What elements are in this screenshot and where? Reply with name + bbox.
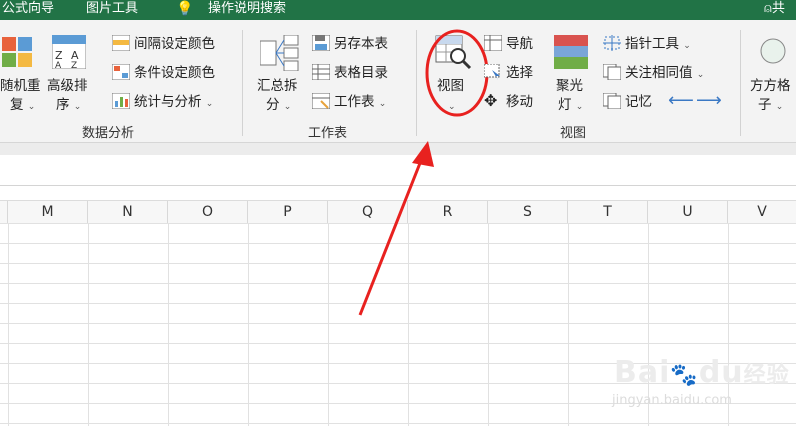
group-separator [416, 30, 417, 136]
back-arrow-icon[interactable]: ⟵ [668, 92, 694, 110]
grid-line [488, 223, 489, 426]
square-grid-button[interactable]: 方方格 [750, 77, 791, 95]
tab-picture-tools[interactable]: 图片工具 [86, 0, 138, 20]
column-header-partial[interactable] [0, 201, 8, 223]
stats-analysis-icon [112, 93, 130, 109]
group-label-view: 视图 [560, 126, 587, 141]
advanced-sort-dropdown[interactable]: 序 ⌄ [56, 96, 81, 116]
watermark-logo: Bai🐾du经验 [614, 355, 790, 390]
random-repeat-dropdown[interactable]: 复 ⌄ [10, 96, 35, 116]
select-button[interactable]: 选择 [506, 64, 533, 82]
interval-color-button[interactable]: 间隔设定颜色 [134, 35, 215, 53]
column-header-m[interactable]: M [8, 201, 88, 223]
spotlight-dropdown[interactable]: 灯 ⌄ [558, 96, 583, 116]
person-icon: ⍝ [764, 1, 772, 16]
column-header-s[interactable]: S [488, 201, 568, 223]
title-bar: 公式向导 图片工具 💡 操作说明搜索 ⍝共 [0, 0, 796, 20]
navigation-button[interactable]: 导航 [506, 35, 533, 53]
spotlight-icon [554, 35, 588, 69]
watermark-url: jingyan.baidu.com [612, 393, 732, 408]
grid-line [168, 223, 169, 426]
share-button[interactable]: ⍝共 [764, 0, 785, 20]
group-label-data-analysis: 数据分析 [82, 126, 135, 141]
group-label-worksheet: 工作表 [308, 126, 348, 141]
stats-analysis-dropdown[interactable]: 统计与分析 ⌄ [134, 93, 213, 113]
grid-line [248, 223, 249, 426]
summary-split-icon [260, 35, 299, 71]
condition-color-button[interactable]: 条件设定颜色 [134, 64, 215, 82]
paw-icon: 🐾 [670, 363, 699, 388]
column-header-t[interactable]: T [568, 201, 648, 223]
annotation-ellipse [425, 29, 489, 117]
focus-same-icon [603, 64, 621, 80]
grid-line [88, 223, 89, 426]
save-as-table-icon [312, 35, 330, 51]
forward-arrow-icon[interactable]: ⟶ [696, 92, 722, 110]
memory-button[interactable]: 记忆 [625, 93, 652, 111]
column-header-o[interactable]: O [168, 201, 248, 223]
column-header-n[interactable]: N [88, 201, 168, 223]
svg-text:Z: Z [71, 61, 77, 69]
select-icon [484, 64, 500, 80]
column-header-u[interactable]: U [648, 201, 728, 223]
worksheet-icon [312, 93, 330, 109]
square-grid-dropdown[interactable]: 子 ⌄ [758, 96, 783, 116]
tell-me-search[interactable]: 操作说明搜索 [208, 0, 286, 20]
random-repeat-button[interactable]: 随机重 [0, 77, 41, 95]
random-repeat-icon [2, 37, 32, 67]
table-directory-icon [312, 64, 330, 80]
svg-text:A: A [55, 61, 62, 69]
square-grid-icon [760, 38, 786, 64]
advanced-sort-icon: Z A A Z [52, 35, 86, 69]
move-button[interactable]: 移动 [506, 93, 533, 111]
grid-line [328, 223, 329, 426]
move-icon: ✥ [484, 91, 498, 110]
navigation-icon [484, 35, 502, 51]
pointer-tool-icon [603, 35, 621, 51]
memory-icon [603, 93, 621, 109]
lightbulb-icon[interactable]: 💡 [176, 0, 193, 20]
summary-split-dropdown[interactable]: 分 ⌄ [266, 96, 291, 116]
tab-formula-wizard[interactable]: 公式向导 [2, 0, 54, 20]
table-directory-button[interactable]: 表格目录 [334, 64, 388, 82]
grid-line [8, 223, 9, 426]
interval-color-icon [112, 35, 130, 51]
spotlight-button[interactable]: 聚光 [556, 77, 583, 95]
column-header-v[interactable]: V [728, 201, 796, 223]
advanced-sort-button[interactable]: 高级排 [47, 77, 88, 95]
group-separator [740, 30, 741, 136]
condition-color-icon [112, 64, 130, 80]
column-header-p[interactable]: P [248, 201, 328, 223]
pointer-tool-dropdown[interactable]: 指针工具 ⌄ [625, 35, 691, 55]
summary-split-button[interactable]: 汇总拆 [257, 77, 298, 95]
worksheet-dropdown[interactable]: 工作表 ⌄ [334, 93, 386, 113]
grid-line [568, 223, 569, 426]
save-as-table-button[interactable]: 另存本表 [334, 35, 388, 53]
group-separator [242, 30, 243, 136]
focus-same-dropdown[interactable]: 关注相同值 ⌄ [625, 64, 704, 84]
annotation-arrow [358, 141, 434, 316]
